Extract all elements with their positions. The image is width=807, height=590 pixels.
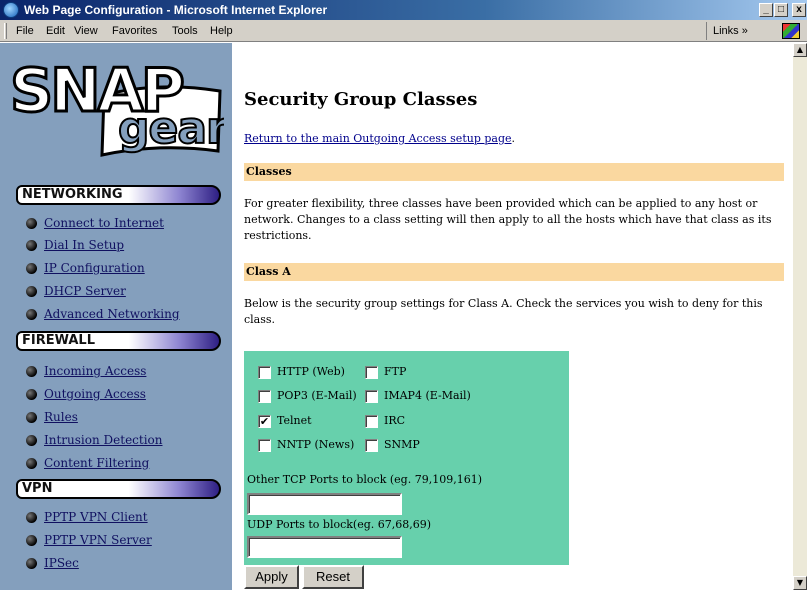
- scroll-down-icon[interactable]: ▼: [793, 576, 807, 590]
- bullet-icon: [26, 389, 37, 400]
- nav-connect-to-internet[interactable]: Connect to Internet: [26, 216, 164, 230]
- return-line: Return to the main Outgoing Access setup…: [244, 132, 516, 145]
- label-http: HTTP (Web): [277, 365, 345, 378]
- bullet-icon: [26, 412, 37, 423]
- bullet-icon: [26, 218, 37, 229]
- label-imap4: IMAP4 (E-Mail): [384, 389, 471, 402]
- snapgear-logo: SNAP gear: [9, 55, 224, 157]
- return-link[interactable]: Return to the main Outgoing Access setup…: [244, 132, 512, 145]
- label-pop3: POP3 (E-Mail): [277, 389, 357, 402]
- svg-text:gear: gear: [118, 103, 224, 154]
- close-button[interactable]: x: [792, 3, 806, 17]
- bullet-icon: [26, 263, 37, 274]
- window-title: Web Page Configuration - Microsoft Inter…: [24, 3, 328, 17]
- nav-outgoing-access[interactable]: Outgoing Access: [26, 387, 146, 401]
- bullet-icon: [26, 309, 37, 320]
- networking-header: NETWORKING: [16, 185, 221, 205]
- nav-dial-in-setup[interactable]: Dial In Setup: [26, 238, 124, 252]
- bullet-icon: [26, 512, 37, 523]
- nav-dhcp-server[interactable]: DHCP Server: [26, 284, 126, 298]
- checkbox-imap4[interactable]: [365, 390, 378, 403]
- windows-logo-icon: [782, 23, 800, 39]
- checkbox-http[interactable]: [258, 366, 271, 379]
- maximize-button[interactable]: □: [774, 3, 788, 17]
- nav-incoming-access[interactable]: Incoming Access: [26, 364, 146, 378]
- menu-view[interactable]: View: [74, 20, 98, 42]
- scroll-up-icon[interactable]: ▲: [793, 43, 807, 57]
- menu-bar: File Edit View Favorites Tools Help Link…: [0, 20, 807, 42]
- menu-file[interactable]: File: [16, 20, 34, 42]
- class-a-header: Class A: [244, 263, 784, 281]
- nav-ipsec[interactable]: IPSec: [26, 556, 79, 570]
- class-a-description: Below is the security group settings for…: [244, 297, 763, 326]
- minimize-button[interactable]: _: [759, 3, 773, 17]
- links-toolbar[interactable]: Links »: [706, 22, 754, 40]
- firewall-header: FIREWALL: [16, 331, 221, 351]
- page-title: Security Group Classes: [244, 89, 478, 110]
- page-viewport: SNAP gear NETWORKING Connect to Internet…: [0, 43, 793, 590]
- reset-button[interactable]: Reset: [302, 565, 364, 589]
- apply-button[interactable]: Apply: [244, 565, 299, 589]
- nav-pptp-vpn-client[interactable]: PPTP VPN Client: [26, 510, 148, 524]
- nav-intrusion-detection[interactable]: Intrusion Detection: [26, 433, 163, 447]
- nav-ip-configuration[interactable]: IP Configuration: [26, 261, 145, 275]
- vertical-scrollbar[interactable]: ▲ ▼: [793, 43, 807, 590]
- vpn-header: VPN: [16, 479, 221, 499]
- label-nntp: NNTP (News): [277, 438, 355, 451]
- checkbox-snmp[interactable]: [365, 439, 378, 452]
- nav-content-filtering[interactable]: Content Filtering: [26, 456, 149, 470]
- label-snmp: SNMP: [384, 438, 420, 451]
- bullet-icon: [26, 240, 37, 251]
- menu-tools[interactable]: Tools: [172, 20, 198, 42]
- menu-help[interactable]: Help: [210, 20, 233, 42]
- tcp-ports-label: Other TCP Ports to block (eg. 79,109,161…: [247, 473, 482, 486]
- classes-header: Classes: [244, 163, 784, 181]
- label-irc: IRC: [384, 414, 406, 427]
- label-ftp: FTP: [384, 365, 407, 378]
- classes-description: For greater flexibility, three classes h…: [244, 197, 772, 242]
- class-a-form: HTTP (Web) FTP POP3 (E-Mail) IMAP4 (E-Ma…: [244, 351, 569, 565]
- menu-favorites[interactable]: Favorites: [112, 20, 157, 42]
- checkbox-pop3[interactable]: [258, 390, 271, 403]
- bullet-icon: [26, 535, 37, 546]
- toolbar-grip: [4, 23, 7, 39]
- tcp-ports-input[interactable]: [247, 493, 402, 515]
- checkbox-irc[interactable]: [365, 415, 378, 428]
- bullet-icon: [26, 435, 37, 446]
- checkbox-telnet[interactable]: ✔: [258, 415, 271, 428]
- bullet-icon: [26, 458, 37, 469]
- bullet-icon: [26, 558, 37, 569]
- sidebar: SNAP gear NETWORKING Connect to Internet…: [0, 43, 232, 590]
- bullet-icon: [26, 366, 37, 377]
- checkbox-nntp[interactable]: [258, 439, 271, 452]
- checkbox-ftp[interactable]: [365, 366, 378, 379]
- window-title-bar: Web Page Configuration - Microsoft Inter…: [0, 0, 807, 20]
- bullet-icon: [26, 286, 37, 297]
- udp-ports-label: UDP Ports to block(eg. 67,68,69): [247, 518, 432, 531]
- nav-pptp-vpn-server[interactable]: PPTP VPN Server: [26, 533, 152, 547]
- internet-explorer-icon: [3, 2, 19, 18]
- nav-rules[interactable]: Rules: [26, 410, 78, 424]
- menu-edit[interactable]: Edit: [46, 20, 65, 42]
- nav-advanced-networking[interactable]: Advanced Networking: [26, 307, 180, 321]
- udp-ports-input[interactable]: [247, 536, 402, 558]
- label-telnet: Telnet: [277, 414, 312, 427]
